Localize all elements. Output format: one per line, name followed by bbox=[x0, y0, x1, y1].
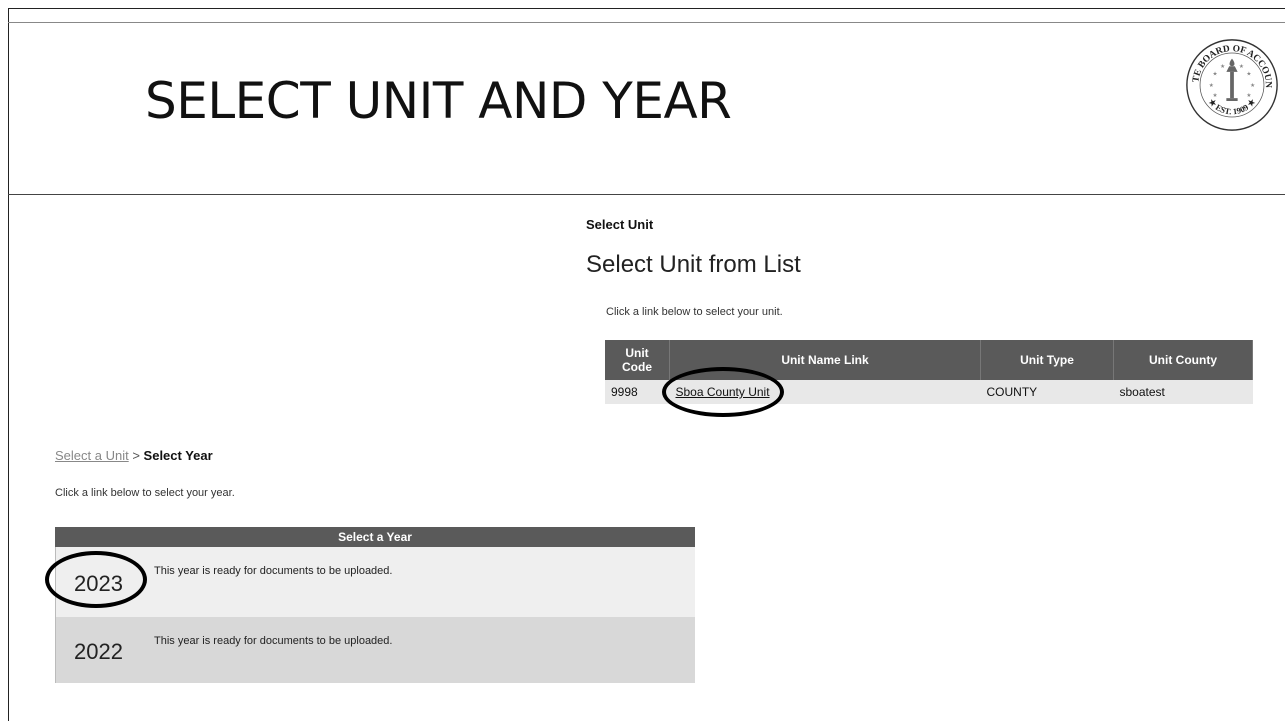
svg-text:★: ★ bbox=[1246, 92, 1251, 99]
unit-list-heading: Select Unit from List bbox=[586, 251, 801, 278]
svg-text:★: ★ bbox=[1209, 82, 1214, 89]
slide-title: SELECT UNIT AND YEAR bbox=[145, 72, 732, 130]
unit-name-link[interactable]: Sboa County Unit bbox=[676, 385, 770, 399]
unit-type-cell: COUNTY bbox=[980, 380, 1114, 404]
year-description: This year is ready for documents to be u… bbox=[154, 635, 393, 647]
year-list: Select a Year 2023 This year is ready fo… bbox=[55, 527, 695, 683]
unit-instruction: Click a link below to select your unit. bbox=[606, 306, 783, 318]
svg-text:★: ★ bbox=[1239, 63, 1244, 70]
year-description: This year is ready for documents to be u… bbox=[154, 565, 393, 577]
breadcrumb-current: Select Year bbox=[143, 448, 213, 463]
unit-table: Unit Code Unit Name Link Unit Type Unit … bbox=[605, 340, 1253, 404]
breadcrumb-select-unit-link[interactable]: Select a Unit bbox=[55, 448, 129, 463]
table-row: 9998 Sboa County Unit COUNTY sboatest bbox=[605, 380, 1253, 404]
year-list-header: Select a Year bbox=[55, 527, 695, 547]
unit-code-cell: 9998 bbox=[605, 380, 670, 404]
col-unit-code: Unit Code bbox=[605, 340, 670, 380]
col-unit-name: Unit Name Link bbox=[669, 340, 981, 380]
svg-text:★: ★ bbox=[1213, 92, 1218, 99]
year-value[interactable]: 2023 bbox=[74, 571, 123, 597]
list-item[interactable]: 2023 This year is ready for documents to… bbox=[55, 547, 695, 617]
year-instruction: Click a link below to select your year. bbox=[55, 487, 235, 499]
unit-page-label: Select Unit bbox=[586, 217, 654, 232]
svg-text:★: ★ bbox=[1250, 82, 1255, 89]
year-value[interactable]: 2022 bbox=[74, 639, 123, 665]
unit-table-header-row: Unit Code Unit Name Link Unit Type Unit … bbox=[605, 340, 1253, 380]
svg-text:★: ★ bbox=[1246, 71, 1251, 78]
unit-county-cell: sboatest bbox=[1113, 380, 1253, 404]
title-divider bbox=[8, 194, 1285, 195]
svg-text:★: ★ bbox=[1220, 63, 1225, 70]
col-unit-county: Unit County bbox=[1113, 340, 1253, 380]
col-unit-type: Unit Type bbox=[980, 340, 1114, 380]
top-rule bbox=[8, 22, 1285, 23]
state-board-seal-icon: STATE BOARD OF ACCOUNTS ★ EST. 1909 ★ ★★… bbox=[1185, 38, 1278, 131]
breadcrumb-separator: > bbox=[132, 448, 140, 463]
breadcrumb: Select a Unit > Select Year bbox=[55, 448, 213, 463]
svg-text:★: ★ bbox=[1213, 71, 1218, 78]
unit-name-cell: Sboa County Unit bbox=[669, 380, 981, 404]
list-item[interactable]: 2022 This year is ready for documents to… bbox=[55, 617, 695, 683]
